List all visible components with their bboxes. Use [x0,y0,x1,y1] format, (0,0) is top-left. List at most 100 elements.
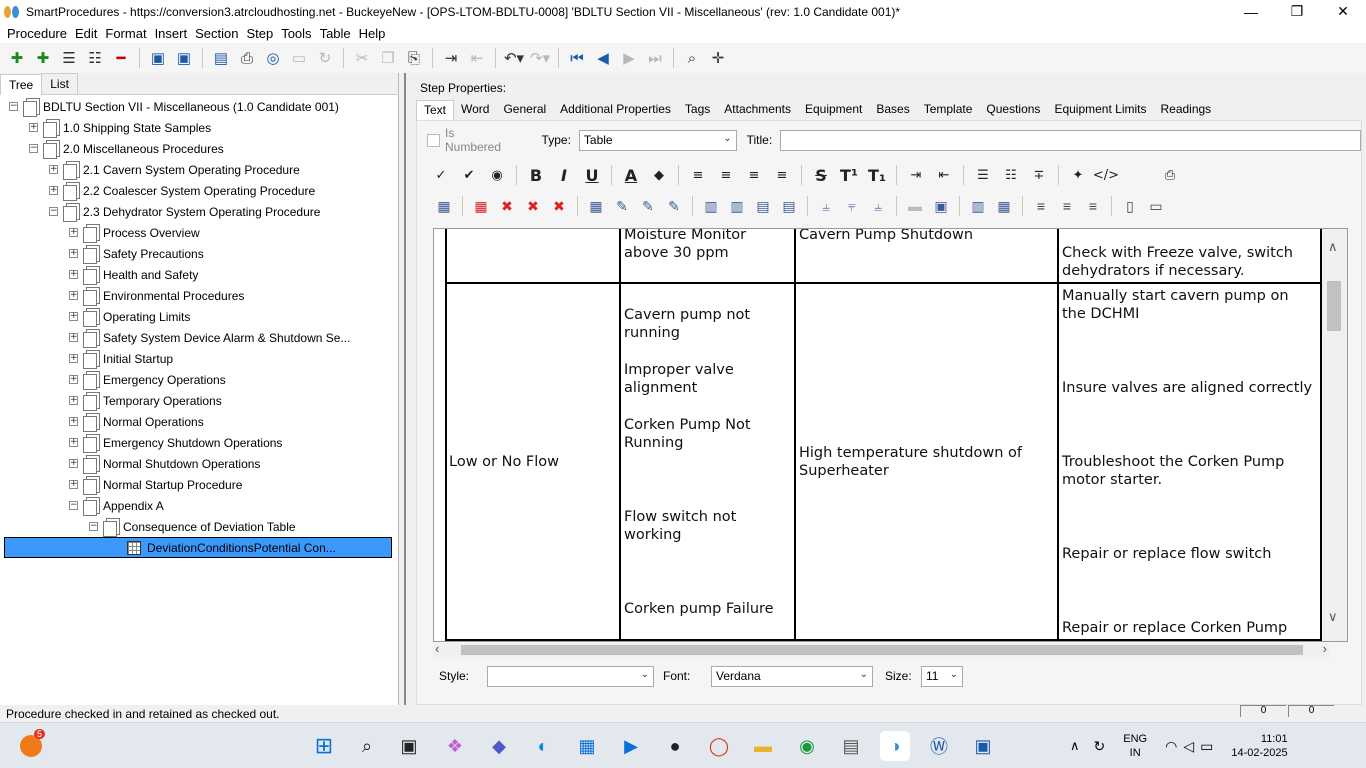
last-icon[interactable]: ⏭ [642,46,668,70]
store-icon[interactable]: ▦ [572,731,602,761]
tree-item[interactable]: + Safety Precautions [69,243,204,264]
dell-icon[interactable]: ● [660,731,690,761]
clock-time[interactable]: 11:01 [1261,732,1288,746]
fill-color-icon[interactable]: ◆ [645,162,673,188]
table-cell[interactable]: High temperature shutdown of Superheater [799,444,1022,480]
tab-tags[interactable]: Tags [678,100,717,120]
insert-row-below-icon[interactable]: ▤ [776,195,802,217]
insert-line-icon[interactable]: ∓ [1025,162,1053,188]
cut-icon[interactable]: ✂ [349,46,375,70]
expand-icon[interactable]: + [69,270,78,279]
table-cell[interactable]: Low or No Flow [449,453,559,471]
add-column-icon[interactable]: ▥ [965,195,991,217]
align-right-icon[interactable]: ≡ [740,162,768,188]
table-cell[interactable]: Corken Pump Not Running [624,416,751,452]
network-sync-icon[interactable]: ↻ [1094,738,1106,755]
tree-item[interactable]: + Safety System Device Alarm & Shutdown S… [69,327,350,348]
region-label[interactable]: IN [1130,746,1141,760]
expand-icon[interactable]: + [69,480,78,489]
print-icon[interactable]: ⎙ [234,46,260,70]
tree-item[interactable]: − 2.0 Miscellaneous Procedures [29,138,224,159]
app-icon[interactable]: ▤ [836,731,866,761]
language-label[interactable]: ENG [1123,732,1147,746]
outdent-icon[interactable]: ⇤ [464,46,490,70]
collapse-icon[interactable]: − [69,501,78,510]
tree-item[interactable]: +1.0 Shipping State Samples [29,117,211,138]
scroll-right-icon[interactable]: › [1323,641,1327,656]
list-icon[interactable]: ☰ [56,46,82,70]
previous-icon[interactable]: ◀ [590,46,616,70]
italic-icon[interactable]: I [550,162,578,188]
scroll-thumb[interactable] [1327,281,1341,331]
table-cell[interactable]: Repair or replace flow switch [1062,545,1271,563]
tree-item[interactable]: + Normal Shutdown Operations [69,453,260,474]
clock-date[interactable]: 14-02-2025 [1231,746,1287,760]
expand-icon[interactable]: + [69,291,78,300]
tree-item[interactable]: + Normal Startup Procedure [69,474,242,495]
cell-shade-icon[interactable]: ▣ [928,195,954,217]
tab-general[interactable]: General [496,100,553,120]
move-icon[interactable]: ✛ [705,46,731,70]
justify-icon[interactable]: ≡ [768,162,796,188]
tab-questions[interactable]: Questions [979,100,1047,120]
tab-text[interactable]: Text [416,100,455,120]
collapse-icon[interactable]: − [9,102,18,111]
insert-table-icon[interactable]: ▦ [431,195,457,217]
table-cell[interactable]: Manually start cavern pump on the DCHMI [1062,287,1289,323]
delete-row-icon[interactable]: ✖ [494,195,520,217]
table-cell[interactable]: Improper valve alignment [624,361,734,397]
tree-item[interactable]: + Initial Startup [69,348,173,369]
expand-icon[interactable]: + [69,375,78,384]
tree-item[interactable]: − BDLTU Section VII - Miscellaneous (1.0 … [9,96,339,117]
size-select[interactable]: 11 ⌄ [921,665,963,687]
insert-col-right-icon[interactable]: ▥ [724,195,750,217]
collapse-icon[interactable]: − [89,522,98,531]
tree-item[interactable]: + Process Overview [69,222,200,243]
color-wheel-icon[interactable]: ◉ [483,162,511,188]
menu-insert[interactable]: Insert [151,26,192,41]
title-input[interactable] [780,129,1361,151]
next-icon[interactable]: ▶ [616,46,642,70]
table-cell[interactable]: Corken pump Failure [624,600,774,618]
collapse-icon[interactable]: − [49,207,58,216]
scroll-up-icon[interactable]: ∧ [1328,239,1338,255]
bold-icon[interactable]: B [522,162,550,188]
tab-tree[interactable]: Tree [0,74,43,95]
paste-icon[interactable]: ⎘ [401,46,427,70]
copy-icon[interactable]: ❐ [375,46,401,70]
first-icon[interactable]: ⏮ [564,46,590,70]
save-icon[interactable]: ▣ [171,46,197,70]
html-source-icon[interactable]: </> [1092,162,1120,188]
tree-item[interactable]: − 2.3 Dehydrator System Operating Procedu… [49,201,320,222]
subscript-icon[interactable]: T₁ [863,162,891,188]
find-icon[interactable]: ⌕ [679,46,705,70]
power-automate-icon[interactable]: ▶ [616,731,646,761]
indent-icon[interactable]: ⇥ [438,46,464,70]
insert-col-left-icon[interactable]: ▥ [698,195,724,217]
copilot-icon[interactable]: ❖ [440,731,470,761]
vertical-scrollbar[interactable]: ∧ ∨ [1322,229,1347,641]
delete-table-icon[interactable]: ▦ [468,195,494,217]
add-row-icon[interactable]: ▦ [991,195,1017,217]
tab-readings[interactable]: Readings [1153,100,1218,120]
scroll-down-icon[interactable]: ∨ [1328,609,1338,625]
panel-splitter[interactable] [398,73,412,705]
expand-icon[interactable]: + [49,186,58,195]
search-icon[interactable]: ⌕ [352,731,382,761]
expand-icon[interactable]: + [69,438,78,447]
menu-help[interactable]: Help [355,26,390,41]
expand-icon[interactable]: + [69,354,78,363]
expand-icon[interactable]: + [49,165,58,174]
tab-additional-properties[interactable]: Additional Properties [553,100,678,120]
indent-left-icon[interactable]: ⇤ [930,162,958,188]
redo-icon[interactable]: ↷▾ [527,46,553,70]
menu-edit[interactable]: Edit [71,26,101,41]
tree-item[interactable]: +2.1 Cavern System Operating Procedure [49,159,300,180]
style-select[interactable]: ⌄ [487,665,654,687]
tab-equipment[interactable]: Equipment [798,100,869,120]
opera-icon[interactable]: ◯ [704,731,734,761]
expand-icon[interactable]: + [69,417,78,426]
type-select[interactable]: Table ⌄ [578,129,737,151]
table-cell[interactable]: Cavern Pump Shutdown [799,229,973,244]
start-icon[interactable]: ⊞ [309,731,339,761]
